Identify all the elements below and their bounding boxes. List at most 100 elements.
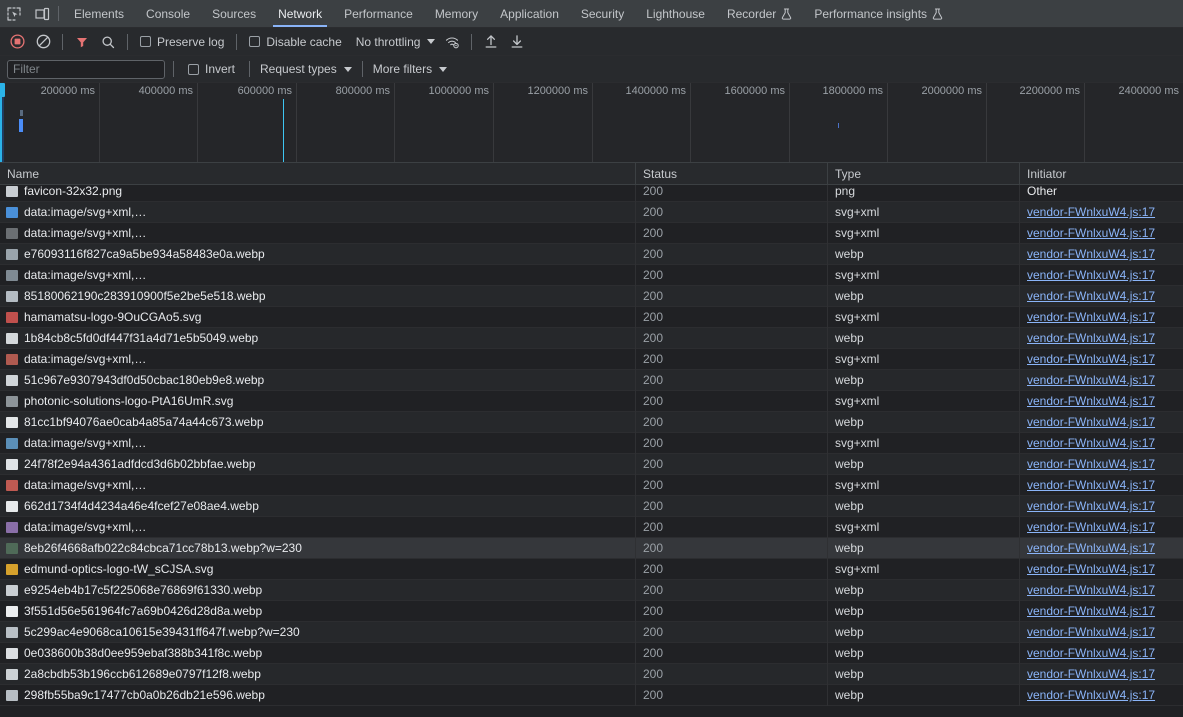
tab-console[interactable]: Console <box>135 0 201 27</box>
request-initiator-cell[interactable]: vendor-FWnlxuW4.js:17 <box>1019 202 1183 223</box>
request-initiator-cell[interactable]: vendor-FWnlxuW4.js:17 <box>1019 286 1183 307</box>
request-initiator-cell[interactable]: vendor-FWnlxuW4.js:17 <box>1019 391 1183 412</box>
initiator-link[interactable]: vendor-FWnlxuW4.js:17 <box>1027 205 1155 219</box>
invert-checkbox[interactable]: Invert <box>182 62 241 76</box>
initiator-link[interactable]: vendor-FWnlxuW4.js:17 <box>1027 541 1155 555</box>
initiator-link[interactable]: vendor-FWnlxuW4.js:17 <box>1027 604 1155 618</box>
tab-network[interactable]: Network <box>267 0 333 27</box>
request-initiator-cell[interactable]: vendor-FWnlxuW4.js:17 <box>1019 223 1183 244</box>
table-row[interactable]: e76093116f827ca9a5be934a58483e0a.webp 200… <box>0 244 1183 265</box>
tab-lighthouse[interactable]: Lighthouse <box>635 0 716 27</box>
filter-toggle-button[interactable] <box>69 30 95 54</box>
column-header-status[interactable]: Status <box>635 163 827 185</box>
initiator-link[interactable]: vendor-FWnlxuW4.js:17 <box>1027 373 1155 387</box>
disable-cache-checkbox[interactable]: Disable cache <box>243 35 347 49</box>
table-row[interactable]: data:image/svg+xml,… 200 svg+xml vendor-FWn… <box>0 223 1183 244</box>
table-row[interactable]: data:image/svg+xml,… 200 svg+xml vendor-FWn… <box>0 475 1183 496</box>
table-row[interactable]: 81cc1bf94076ae0cab4a85a74a44c673.webp 200… <box>0 412 1183 433</box>
column-header-type[interactable]: Type <box>827 163 1019 185</box>
initiator-link[interactable]: vendor-FWnlxuW4.js:17 <box>1027 625 1155 639</box>
table-row[interactable]: 2a8cbdb53b196ccb612689e0797f12f8.webp 200… <box>0 664 1183 685</box>
more-filters-dropdown[interactable]: More filters <box>371 62 449 76</box>
clear-button[interactable] <box>30 30 56 54</box>
initiator-link[interactable]: vendor-FWnlxuW4.js:17 <box>1027 478 1155 492</box>
request-initiator-cell[interactable]: vendor-FWnlxuW4.js:17 <box>1019 370 1183 391</box>
initiator-link[interactable]: vendor-FWnlxuW4.js:17 <box>1027 415 1155 429</box>
request-initiator-cell[interactable]: vendor-FWnlxuW4.js:17 <box>1019 349 1183 370</box>
table-row[interactable]: data:image/svg+xml,… 200 svg+xml vendor-FWn… <box>0 349 1183 370</box>
request-initiator-cell[interactable]: vendor-FWnlxuW4.js:17 <box>1019 412 1183 433</box>
initiator-link[interactable]: vendor-FWnlxuW4.js:17 <box>1027 394 1155 408</box>
table-row[interactable]: 298fb55ba9c17477cb0a0b26db21e596.webp 200… <box>0 685 1183 706</box>
request-initiator-cell[interactable]: vendor-FWnlxuW4.js:17 <box>1019 538 1183 559</box>
network-timeline-overview[interactable]: 200000 ms 400000 ms 600000 ms 800000 ms 1000… <box>0 83 1183 163</box>
table-row[interactable]: favicon-32x32.png 200 png Other <box>0 185 1183 202</box>
initiator-link[interactable]: vendor-FWnlxuW4.js:17 <box>1027 268 1155 282</box>
initiator-link[interactable]: vendor-FWnlxuW4.js:17 <box>1027 352 1155 366</box>
export-har-button[interactable] <box>504 30 530 54</box>
request-initiator-cell[interactable]: vendor-FWnlxuW4.js:17 <box>1019 559 1183 580</box>
request-initiator-cell[interactable]: vendor-FWnlxuW4.js:17 <box>1019 580 1183 601</box>
table-row[interactable]: edmund-optics-logo-tW_sCJSA.svg 200 svg+xm… <box>0 559 1183 580</box>
tab-sources[interactable]: Sources <box>201 0 267 27</box>
timeline-selection-handle[interactable] <box>0 83 5 97</box>
table-row[interactable]: 85180062190c283910900f5e2be5e518.webp 200… <box>0 286 1183 307</box>
tab-performance-insights[interactable]: Performance insights <box>803 0 954 27</box>
request-initiator-cell[interactable]: vendor-FWnlxuW4.js:17 <box>1019 685 1183 706</box>
table-row[interactable]: hamamatsu-logo-9OuCGAo5.svg 200 svg+xml ven… <box>0 307 1183 328</box>
table-row[interactable]: data:image/svg+xml,… 200 svg+xml vendor-FWn… <box>0 202 1183 223</box>
preserve-log-checkbox[interactable]: Preserve log <box>134 35 230 49</box>
initiator-link[interactable]: vendor-FWnlxuW4.js:17 <box>1027 310 1155 324</box>
column-header-name[interactable]: Name <box>0 163 635 185</box>
table-row[interactable]: 5c299ac4e9068ca10615e39431ff647f.webp?w=… <box>0 622 1183 643</box>
initiator-link[interactable]: vendor-FWnlxuW4.js:17 <box>1027 562 1155 576</box>
request-initiator-cell[interactable]: vendor-FWnlxuW4.js:17 <box>1019 328 1183 349</box>
initiator-link[interactable]: vendor-FWnlxuW4.js:17 <box>1027 436 1155 450</box>
table-row[interactable]: data:image/svg+xml,… 200 svg+xml vendor-FWn… <box>0 433 1183 454</box>
table-row[interactable]: 1b84cb8c5fd0df447f31a4d71e5b5049.webp 200… <box>0 328 1183 349</box>
tab-security[interactable]: Security <box>570 0 635 27</box>
initiator-link[interactable]: vendor-FWnlxuW4.js:17 <box>1027 247 1155 261</box>
initiator-link[interactable]: vendor-FWnlxuW4.js:17 <box>1027 667 1155 681</box>
table-row[interactable]: e9254eb4b17c5f225068e76869f61330.webp 200… <box>0 580 1183 601</box>
table-row[interactable]: data:image/svg+xml,… 200 svg+xml vendor-FWn… <box>0 517 1183 538</box>
request-initiator-cell[interactable]: vendor-FWnlxuW4.js:17 <box>1019 244 1183 265</box>
request-initiator-cell[interactable]: vendor-FWnlxuW4.js:17 <box>1019 517 1183 538</box>
table-row[interactable]: data:image/svg+xml,… 200 svg+xml vendor-FWn… <box>0 265 1183 286</box>
tab-performance[interactable]: Performance <box>333 0 424 27</box>
tab-elements[interactable]: Elements <box>63 0 135 27</box>
table-row[interactable]: 662d1734f4d4234a46e4fcef27e08ae4.webp 200… <box>0 496 1183 517</box>
table-row[interactable]: 0e038600b38d0ee959ebaf388b341f8c.webp 200… <box>0 643 1183 664</box>
search-button[interactable] <box>95 30 121 54</box>
initiator-link[interactable]: vendor-FWnlxuW4.js:17 <box>1027 583 1155 597</box>
initiator-link[interactable]: vendor-FWnlxuW4.js:17 <box>1027 331 1155 345</box>
request-initiator-cell[interactable]: vendor-FWnlxuW4.js:17 <box>1019 601 1183 622</box>
initiator-link[interactable]: vendor-FWnlxuW4.js:17 <box>1027 499 1155 513</box>
initiator-link[interactable]: vendor-FWnlxuW4.js:17 <box>1027 646 1155 660</box>
import-har-button[interactable] <box>478 30 504 54</box>
inspect-element-icon[interactable] <box>0 0 28 27</box>
initiator-link[interactable]: vendor-FWnlxuW4.js:17 <box>1027 520 1155 534</box>
table-row[interactable]: photonic-solutions-logo-PtA16UmR.svg 200 s… <box>0 391 1183 412</box>
request-initiator-cell[interactable]: vendor-FWnlxuW4.js:17 <box>1019 454 1183 475</box>
table-body[interactable]: favicon-32x32.png 200 png Other data:image/s… <box>0 185 1183 706</box>
initiator-link[interactable]: vendor-FWnlxuW4.js:17 <box>1027 688 1155 702</box>
table-row[interactable]: 8eb26f4668afb022c84cbca71cc78b13.webp?w=… <box>0 538 1183 559</box>
request-initiator-cell[interactable]: vendor-FWnlxuW4.js:17 <box>1019 664 1183 685</box>
request-initiator-cell[interactable]: vendor-FWnlxuW4.js:17 <box>1019 622 1183 643</box>
column-header-initiator[interactable]: Initiator <box>1019 163 1183 185</box>
request-types-dropdown[interactable]: Request types <box>258 62 354 76</box>
request-initiator-cell[interactable]: vendor-FWnlxuW4.js:17 <box>1019 475 1183 496</box>
initiator-link[interactable]: vendor-FWnlxuW4.js:17 <box>1027 289 1155 303</box>
network-conditions-button[interactable] <box>439 30 465 54</box>
initiator-link[interactable]: vendor-FWnlxuW4.js:17 <box>1027 226 1155 240</box>
filter-input[interactable] <box>7 59 165 79</box>
tab-recorder[interactable]: Recorder <box>716 0 803 27</box>
throttling-select[interactable]: No throttling <box>348 35 440 49</box>
initiator-link[interactable]: vendor-FWnlxuW4.js:17 <box>1027 457 1155 471</box>
device-toolbar-icon[interactable] <box>28 0 56 27</box>
table-row[interactable]: 51c967e9307943df0d50cbac180eb9e8.webp 200… <box>0 370 1183 391</box>
tab-application[interactable]: Application <box>489 0 570 27</box>
request-initiator-cell[interactable]: vendor-FWnlxuW4.js:17 <box>1019 643 1183 664</box>
request-initiator-cell[interactable]: vendor-FWnlxuW4.js:17 <box>1019 433 1183 454</box>
